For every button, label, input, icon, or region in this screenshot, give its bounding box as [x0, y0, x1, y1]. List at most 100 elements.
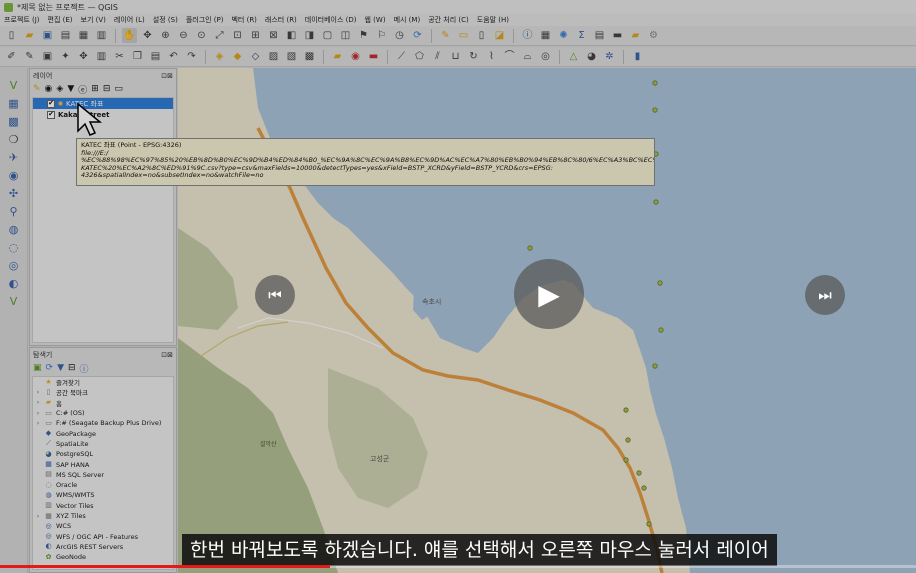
simplify-icon[interactable]: ⌇ [484, 49, 499, 64]
play-button[interactable]: ▶ [514, 259, 584, 329]
properties-info-icon[interactable]: ⓘ [80, 362, 89, 375]
cut-features-icon[interactable]: ✂ [112, 49, 127, 64]
add-selected-layers-icon[interactable]: ▣ [33, 363, 42, 373]
browser-item[interactable]: › ▦ XYZ Tiles [35, 511, 173, 521]
open-styling-icon[interactable]: ✎ [33, 84, 41, 94]
add-csv-icon[interactable]: ▰ [330, 49, 345, 64]
panel-close-icon[interactable]: ⊡⊠ [161, 351, 173, 359]
layer-item-katec[interactable]: ✔ KATEC 좌표 [33, 98, 173, 109]
browser-item[interactable]: › ▭ C:# (OS) [35, 408, 173, 418]
browser-item[interactable]: ⟋ SpatiaLite [35, 439, 173, 449]
settings-cog-icon[interactable]: ✺ [556, 28, 571, 43]
temporal-controller-icon[interactable]: ◷ [392, 28, 407, 43]
browser-item[interactable]: ◎ WFS / OGC API - Features [35, 531, 173, 541]
add-delimited-text-icon[interactable]: ❍ [6, 132, 21, 147]
new-layout-icon[interactable]: ▦ [76, 28, 91, 43]
refresh-icon[interactable]: ⟳ [46, 363, 54, 373]
menu-raster[interactable]: 래스터 (R) [265, 15, 297, 25]
plugin-icon[interactable]: ▮ [630, 49, 645, 64]
browser-item[interactable]: ◐ ArcGIS REST Servers [35, 542, 173, 552]
add-feature-icon[interactable]: ✦ [58, 49, 73, 64]
panel-close-icon[interactable]: ⊡⊠ [161, 72, 173, 80]
identify-icon[interactable]: ✎ [438, 28, 453, 43]
save-edits-icon[interactable]: ▣ [40, 49, 55, 64]
gear-icon[interactable]: ⚙ [646, 28, 661, 43]
python-icon[interactable]: ✲ [602, 49, 617, 64]
browser-item[interactable]: ◎ WCS [35, 521, 173, 531]
add-raster-layer-icon[interactable]: ▦ [6, 96, 21, 111]
zoom-last-icon[interactable]: ◧ [284, 28, 299, 43]
browser-item[interactable]: ◍ WMS/WMTS [35, 490, 173, 500]
digitize-polygon-icon[interactable]: ⬠ [412, 49, 427, 64]
layer-visibility-checkbox[interactable]: ✔ [47, 99, 55, 108]
add-group-icon[interactable]: ◉ [45, 84, 53, 94]
new-3d-view-icon[interactable]: ◫ [338, 28, 353, 43]
rotate-feature-icon[interactable]: ↻ [466, 49, 481, 64]
menu-edit[interactable]: 편집 (E) [48, 15, 73, 25]
undo-icon[interactable]: ↶ [166, 49, 181, 64]
expand-all-icon[interactable]: ⊞ [91, 84, 99, 94]
menu-mesh[interactable]: 메시 (M) [394, 15, 421, 25]
copy-features-icon[interactable]: ❐ [130, 49, 145, 64]
zoom-in-icon[interactable]: ⊕ [158, 28, 173, 43]
new-map-view-icon[interactable]: ▢ [320, 28, 335, 43]
label-pin-icon[interactable]: ◆ [230, 49, 245, 64]
zoom-selection-icon[interactable]: ⊡ [230, 28, 245, 43]
delete-selected-icon[interactable]: ▥ [94, 49, 109, 64]
add-vector-layer-icon[interactable]: V [6, 78, 21, 93]
zoom-out-icon[interactable]: ⊖ [176, 28, 191, 43]
zoom-native-icon[interactable]: ⊠ [266, 28, 281, 43]
zoom-full-icon[interactable]: ⤢ [212, 28, 227, 43]
filter-icon[interactable]: ▼ [57, 363, 64, 373]
remove-layer-icon[interactable]: ▭ [114, 84, 123, 94]
label-show-icon[interactable]: ◇ [248, 49, 263, 64]
statistics-icon[interactable]: Σ [574, 28, 589, 43]
paste-features-icon[interactable]: ▤ [148, 49, 163, 64]
menu-vector[interactable]: 벡터 (R) [231, 15, 256, 25]
gps-icon[interactable]: ◕ [584, 49, 599, 64]
browser-item[interactable]: ▤ MS SQL Server [35, 470, 173, 480]
measure-icon[interactable]: ▬ [610, 28, 625, 43]
browser-item[interactable]: › ▭ F:# (Seagate Backup Plus Drive) [35, 418, 173, 428]
add-xyz-icon[interactable]: ▬ [366, 49, 381, 64]
digitize-line-icon[interactable]: ⟋ [394, 49, 409, 64]
deselect-icon[interactable]: ◪ [492, 28, 507, 43]
label-change-icon[interactable]: ▩ [302, 49, 317, 64]
menu-database[interactable]: 데이터베이스 (D) [305, 15, 357, 25]
redo-icon[interactable]: ↷ [184, 49, 199, 64]
filter-legend-icon[interactable]: ▼ [67, 84, 74, 94]
reshape-icon[interactable]: ⌓ [520, 49, 535, 64]
attribute-table-icon[interactable]: ▦ [538, 28, 553, 43]
label-move-icon[interactable]: ▨ [266, 49, 281, 64]
save-as-icon[interactable]: ▤ [58, 28, 73, 43]
select-features-icon[interactable]: ▭ [456, 28, 471, 43]
previous-video-button[interactable]: ⏮ [255, 275, 295, 315]
add-wcs-layer-icon[interactable]: ◌ [6, 240, 21, 255]
bookmark-icon[interactable]: ⚑ [356, 28, 371, 43]
add-wfs-layer-icon[interactable]: ◎ [6, 258, 21, 273]
filter-expression-icon[interactable]: ⓔ [78, 83, 87, 96]
identify-features-icon[interactable]: ⓘ [520, 28, 535, 43]
zoom-layer-icon[interactable]: ⊞ [248, 28, 263, 43]
layer-visibility-checkbox[interactable]: ✔ [47, 110, 55, 119]
add-arcgis-layer-icon[interactable]: ◐ [6, 276, 21, 291]
add-virtual-layer-icon[interactable]: ⚲ [6, 204, 21, 219]
menu-web[interactable]: 웹 (W) [365, 15, 386, 25]
map-tips-icon[interactable]: ▰ [628, 28, 643, 43]
menu-settings[interactable]: 설정 (S) [153, 15, 178, 25]
save-project-icon[interactable]: ▣ [40, 28, 55, 43]
collapse-all-icon[interactable]: ⊟ [103, 84, 111, 94]
browser-item[interactable]: ▦ SAP HANA [35, 459, 173, 469]
merge-features-icon[interactable]: ⊔ [448, 49, 463, 64]
menu-layer[interactable]: 레이어 (L) [114, 15, 145, 25]
menu-processing[interactable]: 공간 처리 (C) [428, 15, 469, 25]
browser-item[interactable]: › ▯ 공간 북마크 [35, 387, 173, 397]
new-vector-layer-icon[interactable]: V [6, 294, 21, 309]
triangle-warning-icon[interactable]: △ [566, 49, 581, 64]
new-project-icon[interactable]: ▯ [4, 28, 19, 43]
vertex-tool-icon[interactable]: ✥ [76, 49, 91, 64]
add-spatialite-icon[interactable]: ◉ [6, 168, 21, 183]
menu-view[interactable]: 보기 (V) [81, 15, 106, 25]
split-features-icon[interactable]: ⫽ [430, 49, 445, 64]
browser-item[interactable]: ▥ Vector Tiles [35, 501, 173, 511]
